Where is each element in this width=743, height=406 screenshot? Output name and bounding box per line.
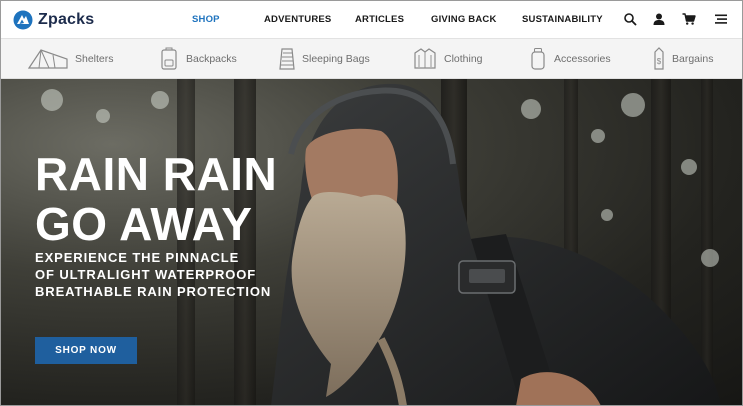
- hero-subtitle-line: EXPERIENCE THE PINNACLE: [35, 250, 240, 265]
- nav-link-giving-back[interactable]: GIVING BACK: [431, 14, 497, 25]
- category-label: Clothing: [444, 53, 483, 65]
- jacket-icon: [414, 48, 436, 69]
- price-tag-icon: $: [654, 47, 664, 70]
- nav-link-adventures[interactable]: ADVENTURES: [264, 14, 331, 25]
- nav-link-articles[interactable]: ARTICLES: [355, 14, 404, 25]
- top-navigation: Zpacks SHOP ADVENTURES ARTICLES GIVING B…: [1, 1, 742, 39]
- menu-icon[interactable]: [714, 12, 728, 26]
- nav-link-shop[interactable]: SHOP: [192, 14, 220, 25]
- category-label: Shelters: [75, 53, 114, 65]
- category-shelters[interactable]: Shelters: [27, 47, 114, 71]
- backpack-icon: [161, 47, 177, 70]
- bottle-icon: [531, 48, 545, 70]
- hero-subtitle-line: OF ULTRALIGHT WATERPROOF: [35, 267, 257, 282]
- category-sleeping-bags[interactable]: Sleeping Bags: [278, 47, 370, 71]
- category-label: Sleeping Bags: [302, 53, 370, 65]
- category-label: Backpacks: [186, 53, 237, 65]
- hero-subtitle: EXPERIENCE THE PINNACLE OF ULTRALIGHT WA…: [35, 249, 271, 300]
- category-bargains[interactable]: $ Bargains: [652, 47, 713, 71]
- category-accessories[interactable]: Accessories: [528, 47, 611, 71]
- nav-link-sustainability[interactable]: SUSTAINABILITY: [522, 14, 603, 25]
- hero-banner: RAIN RAIN GO AWAY EXPERIENCE THE PINNACL…: [1, 79, 742, 405]
- hero-title-line: GO AWAY: [35, 198, 253, 250]
- brand-name: Zpacks: [38, 11, 95, 28]
- hero-title: RAIN RAIN GO AWAY: [35, 149, 277, 249]
- account-icon[interactable]: [652, 12, 666, 26]
- category-clothing[interactable]: Clothing: [412, 47, 483, 71]
- hero-subtitle-line: BREATHABLE RAIN PROTECTION: [35, 284, 272, 299]
- cart-icon[interactable]: [682, 12, 696, 26]
- tent-icon: [27, 49, 68, 69]
- page: Zpacks SHOP ADVENTURES ARTICLES GIVING B…: [0, 0, 743, 406]
- shop-now-button[interactable]: SHOP NOW: [35, 337, 137, 364]
- zpacks-logo-icon: [13, 10, 33, 30]
- category-backpacks[interactable]: Backpacks: [158, 47, 237, 71]
- search-icon[interactable]: [623, 12, 637, 26]
- sleeping-bag-icon: [279, 48, 295, 70]
- logo[interactable]: Zpacks: [13, 9, 94, 31]
- category-label: Bargains: [672, 53, 714, 65]
- category-label: Accessories: [554, 53, 611, 65]
- svg-text:$: $: [657, 57, 662, 66]
- category-bar: Shelters Backpacks Sleeping Bags Clothin…: [1, 39, 742, 79]
- hero-title-line: RAIN RAIN: [35, 148, 278, 200]
